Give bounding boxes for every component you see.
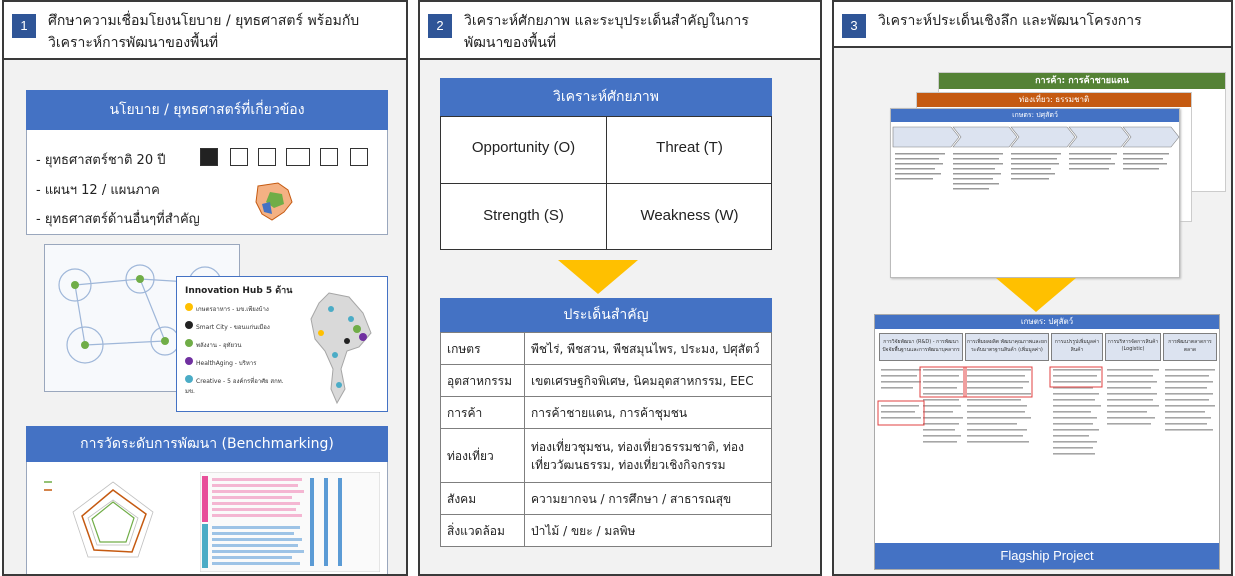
issue-detail: ความยากจน / การศึกษา / สาธารณสุข: [524, 482, 772, 515]
region-map-thumbnail: [248, 180, 300, 224]
panel-title-line2: พัฒนาของพื้นที่: [464, 35, 557, 51]
swot-strength: Strength (S): [483, 207, 564, 224]
panel-project-development: 3 วิเคราะห์ประเด็นเชิงลึก และพัฒนาโครงกา…: [832, 0, 1233, 576]
innovation-item: เกษตรอาหาร - มข.เพียงบ้าง: [185, 303, 295, 314]
policy-banner: นโยบาย / ยุทธศาสตร์ที่เกี่ยวข้อง: [26, 90, 388, 130]
issue-sector: เกษตร: [440, 332, 525, 365]
doc-agri-small: เกษตร: ปศุสัตว์: [890, 108, 1180, 278]
radar-chart-thumbnail: [44, 481, 154, 558]
panel-header: 3 วิเคราะห์ประเด็นเชิงลึก และพัฒนาโครงกา…: [834, 2, 1231, 48]
issues-banner: ประเด็นสำคัญ: [440, 298, 772, 332]
step-number: 2: [428, 14, 452, 38]
chain-step: การแปรรูปเพิ่มมูลค่าสินค้า: [1051, 333, 1103, 361]
table-row: การค้า การค้าชายแดน, การค้าชุมชน: [440, 396, 772, 429]
panel-header: 1 ศึกษาความเชื่อมโยงนโยบาย / ยุทธศาสตร์ …: [4, 2, 406, 60]
thailand-map-icon: [310, 292, 372, 405]
chain-step: การวิจัยพัฒนา (R&D) - การพัฒนาปัจจัยพื้น…: [879, 333, 963, 361]
issue-sector: ท่องเที่ยว: [440, 428, 525, 483]
table-row: สิ่งแวดล้อม ป่าไม้ / ขยะ / มลพิษ: [440, 514, 772, 547]
benchmark-banner: การวัดระดับการพัฒนา (Benchmarking): [26, 426, 388, 462]
panel-policy-analysis: 1 ศึกษาความเชื่อมโยงนโยบาย / ยุทธศาสตร์ …: [2, 0, 408, 576]
panel-header: 2 วิเคราะห์ศักยภาพ และระบุประเด็นสำคัญใน…: [420, 2, 820, 60]
panel-title-line2: วิเคราะห์การพัฒนาของพื้นที่: [48, 35, 219, 51]
swot-banner: วิเคราะห์ศักยภาพ: [440, 78, 772, 116]
issue-sector: สังคม: [440, 482, 525, 515]
issue-detail: การค้าชายแดน, การค้าชุมชน: [524, 396, 772, 429]
building-icon: [350, 148, 368, 166]
panel-title: วิเคราะห์ศักยภาพ และระบุประเด็นสำคัญในกา…: [464, 10, 812, 54]
issue-detail: เขตเศรษฐกิจพิเศษ, นิคมอุตสาหกรรม, EEC: [524, 364, 772, 397]
panel-potential-analysis: 2 วิเคราะห์ศักยภาพ และระบุประเด็นสำคัญใน…: [418, 0, 822, 576]
value-chain-doc: เกษตร: ปศุสัตว์ การวิจัยพัฒนา (R&D) - กา…: [874, 314, 1220, 570]
growth-chart-icon: [230, 148, 248, 166]
issue-sector: อุตสาหกรรม: [440, 364, 525, 397]
doc-agri-banner: เกษตร: ปศุสัตว์: [891, 109, 1179, 122]
down-arrow-icon: [558, 260, 638, 294]
table-row: เกษตร พืชไร่, พืชสวน, พืชสมุนไพร, ประมง,…: [440, 332, 772, 365]
tree-icon: [320, 148, 338, 166]
panel-title: วิเคราะห์ประเด็นเชิงลึก และพัฒนาโครงการ: [878, 13, 1142, 29]
innovation-list: เกษตรอาหาร - มข.เพียงบ้าง Smart City - ข…: [185, 303, 295, 396]
issue-detail: ท่องเที่ยวชุมชน, ท่องเที่ยวธรรมชาติ, ท่อ…: [524, 428, 772, 483]
issue-sector: การค้า: [440, 396, 525, 429]
strategy-icons: [192, 146, 384, 170]
innovation-item: Smart City - ขอนแก่นเมือง: [185, 321, 295, 332]
step-number: 1: [12, 14, 36, 38]
doc-trade-banner: การค้า: การค้าชายแดน: [939, 73, 1225, 89]
innovation-item: พลังงาน - อุทัยวน: [185, 339, 295, 350]
flagship-project-banner: Flagship Project: [875, 543, 1219, 569]
chain-step: การเพิ่มผลผลิต พัฒนาคุณภาพและยกระดับมาตร…: [965, 333, 1049, 361]
table-row: อุตสาหกรรม เขตเศรษฐกิจพิเศษ, นิคมอุตสาหก…: [440, 364, 772, 397]
innovation-title: Innovation Hub 5 ด้าน: [185, 286, 293, 296]
value-chain-banner: เกษตร: ปศุสัตว์: [875, 315, 1219, 329]
policy-item: - แผนฯ 12 / แผนภาค: [36, 183, 160, 198]
issue-sector: สิ่งแวดล้อม: [440, 514, 525, 547]
table-row: ท่องเที่ยว ท่องเที่ยวชุมชน, ท่องเที่ยวธร…: [440, 428, 772, 483]
person-icon: [258, 148, 276, 166]
swot-weakness: Weakness (W): [640, 207, 739, 224]
swot-opportunity: Opportunity (O): [471, 139, 576, 156]
policy-item: - ยุทธศาสตร์ด้านอื่นๆที่สำคัญ: [36, 212, 200, 227]
issues-table: เกษตร พืชไร่, พืชสวน, พืชสมุนไพร, ประมง,…: [440, 332, 772, 547]
table-row: สังคม ความยากจน / การศึกษา / สาธารณสุข: [440, 482, 772, 515]
swot-threat: Threat (T): [656, 139, 723, 156]
policy-item: - ยุทธศาสตร์ชาติ 20 ปี: [36, 153, 166, 168]
innovation-item: HealthAging - บริหาร: [185, 357, 295, 368]
chain-step: การพัฒนาตลาดการตลาด: [1163, 333, 1217, 361]
issue-detail: พืชไร่, พืชสวน, พืชสมุนไพร, ประมง, ปศุสั…: [524, 332, 772, 365]
swot-grid: Opportunity (O) Threat (T) Strength (S) …: [440, 116, 772, 250]
chain-step: การบริหารจัดการสินค้า (Logistic): [1105, 333, 1161, 361]
doc-tourism-banner: ท่องเที่ยว: ธรรมชาติ: [917, 93, 1191, 107]
chain-steps: การวิจัยพัฒนา (R&D) - การพัฒนาปัจจัยพื้น…: [879, 333, 1217, 361]
panel-title: ศึกษาความเชื่อมโยงนโยบาย / ยุทธศาสตร์ พร…: [48, 10, 398, 54]
step-number: 3: [842, 14, 866, 38]
innovation-hub-card: Innovation Hub 5 ด้าน เกษตรอาหาร - มข.เพ…: [176, 276, 388, 412]
issue-detail: ป่าไม้ / ขยะ / มลพิษ: [524, 514, 772, 547]
people-icon: [286, 148, 310, 166]
panel-title-line1: วิเคราะห์ศักยภาพ และระบุประเด็นสำคัญในกา…: [464, 13, 749, 29]
panel-title-line1: ศึกษาความเชื่อมโยงนโยบาย / ยุทธศาสตร์ พร…: [48, 13, 360, 29]
benchmark-bar-table-thumbnail: [200, 472, 380, 572]
shield-icon: [200, 148, 218, 166]
innovation-item: Creative - 5 องค์กรที่อาศัย สกท. มข.: [185, 375, 295, 396]
down-arrow-icon: [996, 278, 1076, 312]
